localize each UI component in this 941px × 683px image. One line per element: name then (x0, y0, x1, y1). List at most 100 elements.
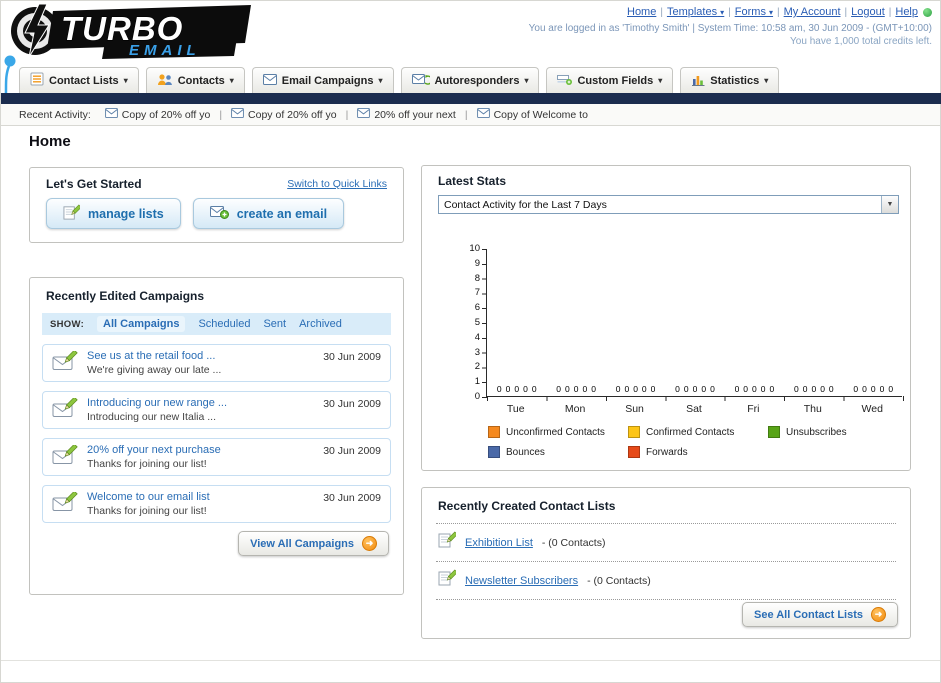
campaign-title-link[interactable]: See us at the retail food ... (87, 349, 221, 363)
campaign-list-item[interactable]: Introducing our new range ... Introducin… (42, 391, 391, 429)
bar-value-label: 0 (802, 384, 808, 394)
x-axis-tick-label: Sun (625, 403, 644, 415)
chart-x-ticks (487, 396, 904, 401)
campaign-list-item[interactable]: 20% off your next purchase Thanks for jo… (42, 438, 391, 476)
bar-value-label: 0 (675, 384, 680, 394)
stats-period-select[interactable]: Contact Activity for the Last 7 Days ▼ (438, 195, 899, 214)
filter-all-campaigns[interactable]: All Campaigns (97, 316, 186, 332)
top-link-label: Templates (666, 6, 718, 18)
bar-value-label: 0 (615, 384, 621, 394)
app-logo[interactable]: TURBO EMAIL (5, 3, 255, 61)
pencil-icon (438, 531, 456, 554)
top-link-templates[interactable]: Templates ▾ (667, 6, 724, 18)
envelope-pencil-icon (52, 351, 78, 376)
filter-archived[interactable]: Archived (299, 318, 342, 330)
campaign-list-item[interactable]: Welcome to our email list Thanks for joi… (42, 485, 391, 523)
contact-list-name-link[interactable]: Exhibition List (465, 537, 533, 549)
recent-activity-item-text: Copy of 20% off yo (248, 108, 337, 121)
x-axis-tick-label: Fri (747, 403, 760, 415)
switch-to-quick-links[interactable]: Switch to Quick Links (287, 178, 387, 190)
x-axis-tick-label: Mon (564, 403, 586, 415)
contact-list-name-link[interactable]: Newsletter Subscribers (465, 575, 578, 587)
separator: | (345, 108, 349, 121)
campaign-subtitle: Thanks for joining our list! (87, 505, 207, 517)
separator: | (219, 108, 223, 121)
bar-value-label: 0 (556, 384, 562, 394)
top-link-home[interactable]: Home (627, 6, 656, 18)
bar-value-label: 0 (710, 384, 715, 394)
chevron-down-icon: ▾ (764, 76, 769, 85)
chevron-down-icon: ▾ (769, 8, 774, 17)
y-axis-tick-label: 9 (474, 257, 480, 269)
nav-tab-label: Autoresponders (434, 74, 520, 87)
view-all-campaigns-button[interactable]: View All Campaigns ➜ (238, 531, 389, 556)
see-all-contact-lists-button[interactable]: See All Contact Lists ➜ (741, 602, 898, 627)
campaign-title-link[interactable]: Welcome to our email list (87, 490, 210, 504)
top-link-logout[interactable]: Logout (851, 6, 885, 18)
bar-value-label: 0 (793, 384, 799, 394)
create-email-button[interactable]: create an email (192, 198, 345, 229)
campaign-title-link[interactable]: Introducing our new range ... (87, 396, 227, 410)
nav-tab-contact-lists[interactable]: Contact Lists ▾ (19, 67, 139, 93)
campaign-date: 30 Jun 2009 (323, 398, 381, 410)
page: TURBO EMAIL Home | Templates ▾ | Forms ▾ | My … (0, 0, 941, 683)
chevron-down-icon: ▾ (378, 76, 383, 85)
envelope-pencil-icon (52, 445, 78, 470)
bar-value-label: 0 (683, 384, 689, 394)
campaign-title-link[interactable]: 20% off your next purchase (87, 443, 221, 457)
manage-lists-button[interactable]: manage lists (46, 198, 181, 229)
recent-activity-item[interactable]: Copy of Welcome to (477, 108, 588, 121)
recent-activity-item[interactable]: Copy of 20% off yo (105, 108, 210, 121)
chevron-down-icon: ▾ (720, 8, 725, 17)
navigation-bar-divider (1, 93, 941, 104)
nav-tab-autoresponders[interactable]: Autoresponders ▾ (400, 67, 540, 93)
email-campaigns-icon (263, 74, 277, 88)
bar-value-label: 0 (582, 384, 588, 394)
filter-sent[interactable]: Sent (263, 318, 286, 330)
y-axis-tick-label: 8 (474, 272, 480, 284)
bar-value-label: 0 (870, 384, 876, 394)
nav-tab-email-campaigns[interactable]: Email Campaigns ▾ (251, 67, 394, 93)
nav-tab-contacts[interactable]: Contacts ▾ (145, 67, 245, 93)
bar-value-label: 0 (862, 384, 867, 394)
main-navigation: Contact Lists ▾ Contacts ▾ Email Campaig… (1, 67, 940, 93)
top-link-forms[interactable]: Forms ▾ (735, 6, 773, 18)
top-link-help[interactable]: Help (895, 6, 918, 18)
filter-scheduled[interactable]: Scheduled (198, 318, 250, 330)
separator: | (464, 108, 468, 121)
bar-value-label: 0 (523, 384, 528, 394)
legend-item: Forwards (628, 446, 768, 458)
legend-swatch (768, 426, 780, 438)
y-axis-tick-label: 1 (474, 376, 480, 388)
x-axis-tick-label: Tue (506, 403, 525, 415)
separator: | (660, 7, 663, 18)
campaign-list-item[interactable]: See us at the retail food ... We're givi… (42, 344, 391, 382)
top-link-my-account[interactable]: My Account (784, 6, 841, 18)
legend-label: Forwards (646, 446, 688, 458)
nav-tab-custom-fields[interactable]: Custom Fields ▾ (546, 67, 674, 93)
see-all-contact-lists-label: See All Contact Lists (753, 608, 863, 621)
view-all-campaigns-label: View All Campaigns (250, 537, 354, 550)
contact-list-count: - (0 Contacts) (587, 574, 651, 587)
get-started-panel: Let's Get Started Switch to Quick Links … (29, 167, 404, 243)
nav-tab-label: Contacts (177, 74, 225, 87)
separator: | (888, 7, 892, 18)
arrow-right-icon: ➜ (362, 536, 377, 551)
recent-activity-item[interactable]: Copy of 20% off yo (231, 108, 337, 121)
bar-value-label: 0 (760, 384, 766, 394)
bar-value-label: 0 (769, 384, 775, 394)
recent-activity-item-text: 20% off your next (374, 108, 456, 121)
y-axis-tick-label: 4 (474, 331, 480, 343)
chevron-down-icon: ▾ (524, 76, 529, 85)
bar-value-label: 0 (853, 384, 859, 394)
campaign-subtitle: Introducing our new Italia ... (87, 411, 216, 423)
select-arrow-icon: ▼ (881, 196, 898, 213)
y-axis-tick-label: 7 (474, 287, 480, 299)
bar-value-label: 0 (734, 384, 740, 394)
nav-tab-label: Email Campaigns (281, 74, 374, 87)
recent-activity-item[interactable]: 20% off your next (357, 108, 456, 121)
chart-legend: Unconfirmed Contacts Confirmed Contacts Un… (488, 426, 928, 458)
contact-list-item[interactable]: Exhibition List - (0 Contacts) (436, 524, 896, 562)
contact-list-item[interactable]: Newsletter Subscribers - (0 Contacts) (436, 562, 896, 600)
nav-tab-statistics[interactable]: Statistics ▾ (680, 67, 780, 93)
